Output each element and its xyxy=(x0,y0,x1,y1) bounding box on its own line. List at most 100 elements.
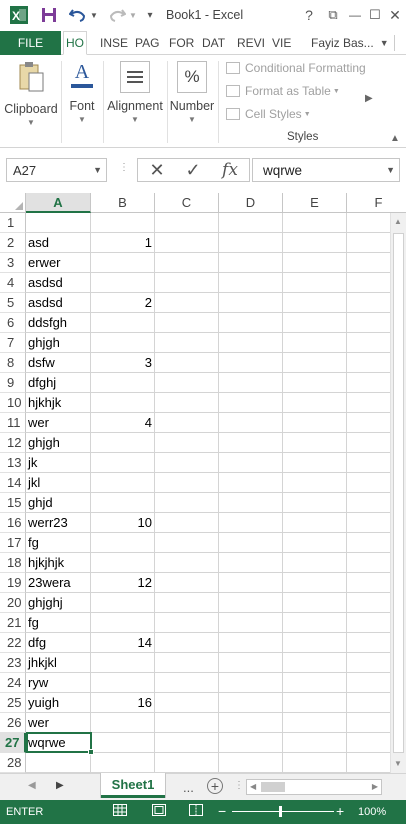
cell-c6[interactable] xyxy=(155,313,219,333)
tab-formulas[interactable]: FOR xyxy=(169,31,194,55)
cell-a24[interactable]: ryw xyxy=(26,673,91,693)
cell-e16[interactable] xyxy=(283,513,347,533)
format-as-table-button[interactable]: Format as Table ▼ xyxy=(226,82,340,100)
maximize-button[interactable]: ☐ xyxy=(364,4,386,26)
cell-e2[interactable] xyxy=(283,233,347,253)
formula-bar-grip-icon[interactable]: ⋮ xyxy=(119,162,129,173)
cell-b4[interactable] xyxy=(91,273,155,293)
row-header[interactable]: 10 xyxy=(0,393,26,413)
expand-formula-bar-icon[interactable]: ▼ xyxy=(386,165,395,175)
cell-d11[interactable] xyxy=(219,413,283,433)
cell-e28[interactable] xyxy=(283,753,347,773)
cell-styles-button[interactable]: Cell Styles ▼ xyxy=(226,105,311,123)
cell-a21[interactable]: fg xyxy=(26,613,91,633)
cell-d24[interactable] xyxy=(219,673,283,693)
cell-d13[interactable] xyxy=(219,453,283,473)
cell-c28[interactable] xyxy=(155,753,219,773)
cell-d5[interactable] xyxy=(219,293,283,313)
cell-c2[interactable] xyxy=(155,233,219,253)
cell-c9[interactable] xyxy=(155,373,219,393)
alignment-group[interactable]: Alignment ▼ xyxy=(104,55,166,148)
row-header[interactable]: 12 xyxy=(0,433,26,453)
prev-sheet-icon[interactable]: ◀ xyxy=(28,780,36,791)
cell-c8[interactable] xyxy=(155,353,219,373)
select-all-button[interactable] xyxy=(0,193,26,213)
cell-e7[interactable] xyxy=(283,333,347,353)
enter-icon[interactable]: ✓ xyxy=(178,159,208,181)
cell-d23[interactable] xyxy=(219,653,283,673)
cell-e6[interactable] xyxy=(283,313,347,333)
zoom-out-button[interactable]: − xyxy=(218,803,226,819)
cell-e5[interactable] xyxy=(283,293,347,313)
cell-a22[interactable]: dfg xyxy=(26,633,91,653)
row-header[interactable]: 6 xyxy=(0,313,26,333)
cell-e11[interactable] xyxy=(283,413,347,433)
row-header[interactable]: 23 xyxy=(0,653,26,673)
row-header[interactable]: 8 xyxy=(0,353,26,373)
cell-a23[interactable]: jhkjkl xyxy=(26,653,91,673)
cell-a15[interactable]: ghjd xyxy=(26,493,91,513)
cell-e18[interactable] xyxy=(283,553,347,573)
column-header-a[interactable]: A xyxy=(26,193,91,213)
sheet-tab-sheet1[interactable]: Sheet1 xyxy=(101,773,165,798)
cell-e3[interactable] xyxy=(283,253,347,273)
cell-a12[interactable]: ghjgh xyxy=(26,433,91,453)
cell-e22[interactable] xyxy=(283,633,347,653)
cell-c1[interactable] xyxy=(155,213,219,233)
tab-file[interactable]: FILE xyxy=(0,31,61,55)
cell-c11[interactable] xyxy=(155,413,219,433)
cell-b16[interactable]: 10 xyxy=(91,513,155,533)
cell-b8[interactable]: 3 xyxy=(91,353,155,373)
cell-a26[interactable]: wer xyxy=(26,713,91,733)
cell-e24[interactable] xyxy=(283,673,347,693)
cell-d3[interactable] xyxy=(219,253,283,273)
help-button[interactable]: ? xyxy=(298,4,320,26)
cell-d9[interactable] xyxy=(219,373,283,393)
cell-c18[interactable] xyxy=(155,553,219,573)
cell-d22[interactable] xyxy=(219,633,283,653)
row-header[interactable]: 14 xyxy=(0,473,26,493)
cell-b19[interactable]: 12 xyxy=(91,573,155,593)
font-group[interactable]: A Font ▼ xyxy=(62,55,102,148)
row-header[interactable]: 1 xyxy=(0,213,26,233)
zoom-slider-knob[interactable] xyxy=(279,806,282,817)
cell-c15[interactable] xyxy=(155,493,219,513)
cell-b5[interactable]: 2 xyxy=(91,293,155,313)
scroll-down-icon[interactable]: ▼ xyxy=(394,759,402,768)
row-header[interactable]: 24 xyxy=(0,673,26,693)
customize-qat-icon[interactable]: ▾ xyxy=(143,4,157,26)
cell-c3[interactable] xyxy=(155,253,219,273)
row-header[interactable]: 3 xyxy=(0,253,26,273)
cell-b24[interactable] xyxy=(91,673,155,693)
cell-a11[interactable]: wer xyxy=(26,413,91,433)
cell-b2[interactable]: 1 xyxy=(91,233,155,253)
row-header[interactable]: 18 xyxy=(0,553,26,573)
cell-d10[interactable] xyxy=(219,393,283,413)
tab-split-grip-icon[interactable]: ⋮ xyxy=(234,780,244,791)
scroll-up-icon[interactable]: ▲ xyxy=(394,217,402,226)
cell-b28[interactable] xyxy=(91,753,155,773)
row-header[interactable]: 26 xyxy=(0,713,26,733)
cell-e26[interactable] xyxy=(283,713,347,733)
cell-d27[interactable] xyxy=(219,733,283,753)
cell-d6[interactable] xyxy=(219,313,283,333)
cell-c24[interactable] xyxy=(155,673,219,693)
tab-data[interactable]: DAT xyxy=(202,31,225,55)
cell-d21[interactable] xyxy=(219,613,283,633)
tab-view[interactable]: VIE xyxy=(272,31,291,55)
row-header[interactable]: 5 xyxy=(0,293,26,313)
cell-a19[interactable]: 23wera xyxy=(26,573,91,593)
horizontal-scroll-thumb[interactable] xyxy=(261,782,285,792)
cell-e1[interactable] xyxy=(283,213,347,233)
row-header[interactable]: 4 xyxy=(0,273,26,293)
cell-c23[interactable] xyxy=(155,653,219,673)
cell-b3[interactable] xyxy=(91,253,155,273)
next-sheet-icon[interactable]: ▶ xyxy=(56,780,64,791)
horizontal-scrollbar[interactable]: ◀ ▶ xyxy=(246,779,382,795)
cell-d15[interactable] xyxy=(219,493,283,513)
close-button[interactable]: ✕ xyxy=(384,4,406,26)
ribbon-display-options-icon[interactable]: ⧉ xyxy=(322,4,344,26)
cell-c12[interactable] xyxy=(155,433,219,453)
cancel-icon[interactable]: ✕ xyxy=(142,159,172,181)
cell-a2[interactable]: asd xyxy=(26,233,91,253)
